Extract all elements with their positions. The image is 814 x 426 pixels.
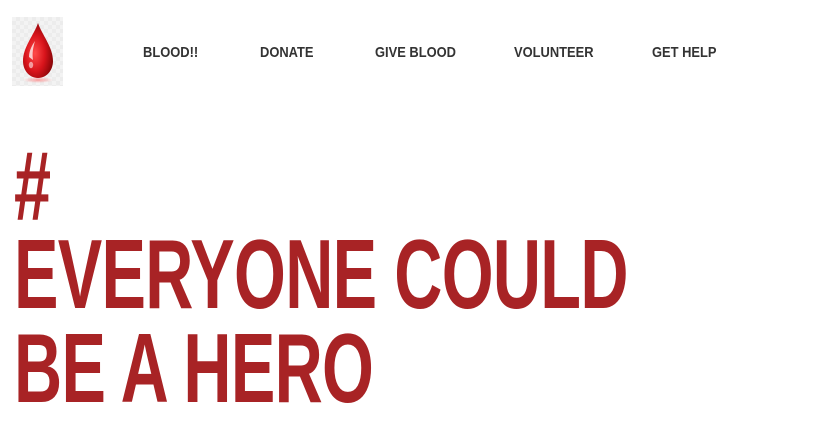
nav-item-donate[interactable]: DONATE <box>260 40 314 66</box>
main-nav: BLOOD!! DONATE GIVE BLOOD VOLUNTEER GET … <box>0 40 814 66</box>
hero-line-2: BE A HERO <box>14 313 374 423</box>
nav-item-volunteer[interactable]: VOLUNTEER <box>514 40 594 66</box>
nav-item-get-help[interactable]: GET HELP <box>652 40 717 66</box>
hero-headline: # EVERYONE COULD BE A HERO <box>14 131 804 423</box>
nav-item-give-blood[interactable]: GIVE BLOOD <box>375 40 456 66</box>
nav-item-blood[interactable]: BLOOD!! <box>143 40 198 66</box>
hero-hash: # <box>14 131 51 241</box>
hero-line-1: EVERYONE COULD <box>14 219 628 329</box>
